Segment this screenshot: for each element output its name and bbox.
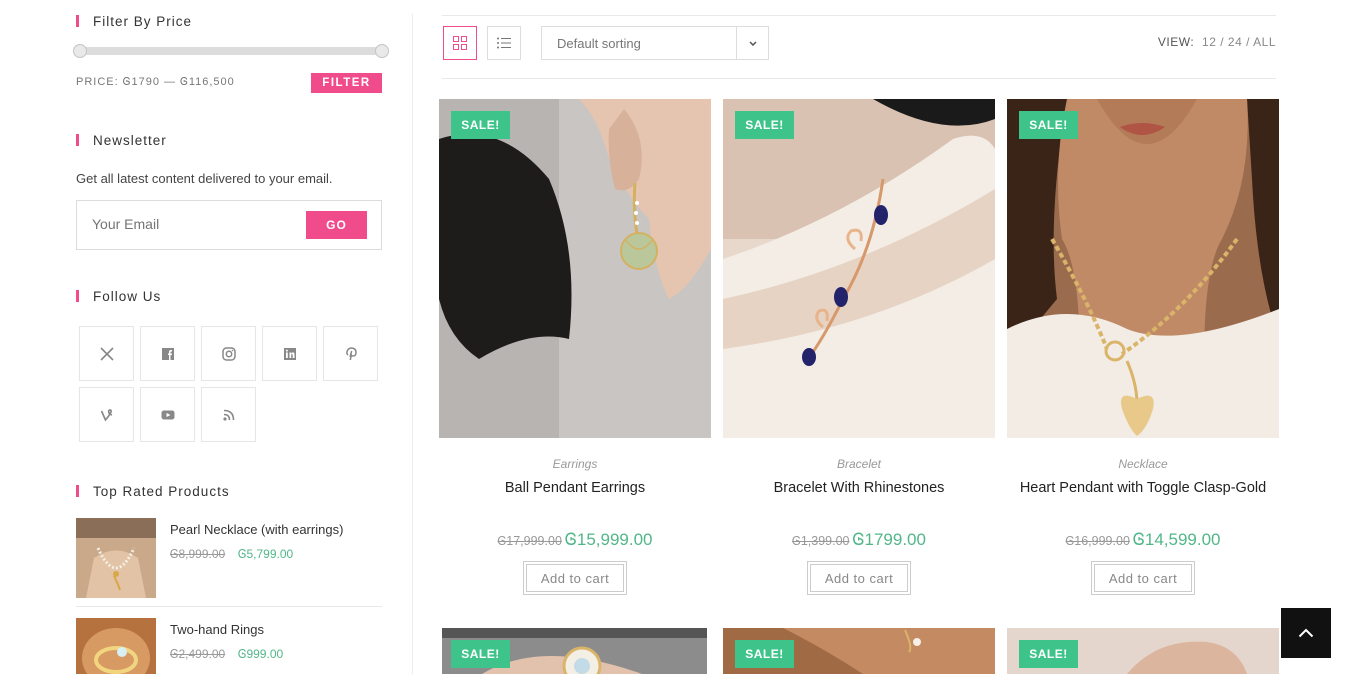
list-icon [497, 37, 511, 49]
newsletter-title: Newsletter [76, 133, 167, 148]
top-rated-new-price: Ꮆ999.00 [238, 647, 284, 661]
product-card[interactable]: SALE! [1007, 628, 1279, 674]
product-name[interactable]: Heart Pendant with Toggle Clasp-Gold [1007, 480, 1279, 496]
pearl-necklace-thumbnail[interactable] [76, 518, 156, 598]
old-price: Ꮆ16,999.00 [1065, 534, 1130, 548]
sale-badge: SALE! [1019, 640, 1078, 668]
product-price: Ꮆ16,999.00 Ꮆ14,599.00 [1007, 530, 1279, 550]
sort-label: Default sorting [557, 36, 641, 51]
view-12-link[interactable]: 12 [1202, 35, 1216, 49]
old-price: Ꮆ1,399.00 [792, 534, 850, 548]
grid-view-button[interactable] [443, 26, 477, 60]
sale-badge: SALE! [1019, 111, 1078, 139]
separator: / [1246, 35, 1250, 49]
product-card[interactable]: SALE! [442, 628, 707, 674]
follow-us-title: Follow Us [76, 289, 161, 304]
add-to-cart-button[interactable]: Add to cart [807, 561, 911, 595]
price-slider-min-handle[interactable] [73, 44, 87, 58]
product-price: Ꮆ17,999.00 Ꮆ15,999.00 [439, 530, 711, 550]
view-all-link[interactable]: ALL [1253, 35, 1276, 49]
sale-badge: SALE! [451, 640, 510, 668]
new-price: Ꮆ1799.00 [852, 530, 926, 549]
rss-icon[interactable] [201, 387, 256, 442]
top-rated-name[interactable]: Two-hand Rings [170, 622, 264, 637]
product-name[interactable]: Bracelet With Rhinestones [723, 480, 995, 496]
view-label: VIEW: [1157, 35, 1195, 49]
new-price: Ꮆ15,999.00 [564, 530, 653, 549]
separator: / [1220, 35, 1225, 49]
add-to-cart-button[interactable]: Add to cart [523, 561, 627, 595]
product-card[interactable]: SALE! [723, 628, 995, 674]
product-image[interactable] [723, 99, 995, 438]
view-24-link[interactable]: 24 [1228, 35, 1242, 49]
vine-icon[interactable] [79, 387, 134, 442]
linkedin-icon[interactable] [262, 326, 317, 381]
x-icon[interactable] [79, 326, 134, 381]
chevron-down-icon [736, 27, 768, 59]
top-rated-old-price: Ꮆ8,999.00 [170, 547, 226, 561]
new-price: Ꮆ14,599.00 [1132, 530, 1221, 549]
chevron-up-icon [1298, 628, 1314, 638]
top-rated-name[interactable]: Pearl Necklace (with earrings) [170, 522, 343, 537]
go-button[interactable]: GO [306, 211, 367, 239]
product-price: Ꮆ1,399.00 Ꮆ1799.00 [723, 530, 995, 550]
product-name[interactable]: Ball Pendant Earrings [439, 480, 711, 496]
price-range-label: PRICE: Ꮆ1790 — Ꮆ116,500 [76, 76, 235, 88]
sort-dropdown[interactable]: Default sorting [541, 26, 769, 60]
old-price: Ꮆ17,999.00 [497, 534, 562, 548]
product-category[interactable]: Earrings [439, 457, 711, 471]
sale-badge: SALE! [735, 640, 794, 668]
facebook-icon[interactable] [140, 326, 195, 381]
back-to-top-button[interactable] [1281, 608, 1331, 658]
add-to-cart-button[interactable]: Add to cart [1091, 561, 1195, 595]
top-rated-old-price: Ꮆ2,499.00 [170, 647, 226, 661]
newsletter-form: GO [76, 200, 382, 250]
sale-badge: SALE! [451, 111, 510, 139]
list-view-button[interactable] [487, 26, 521, 60]
price-slider-max-handle[interactable] [375, 44, 389, 58]
product-image[interactable] [439, 99, 711, 438]
top-rated-new-price: Ꮆ5,799.00 [238, 547, 294, 561]
newsletter-text: Get all latest content delivered to your… [76, 171, 333, 186]
product-image[interactable] [1007, 99, 1279, 438]
two-hand-rings-thumbnail[interactable] [76, 618, 156, 674]
grid-icon [453, 36, 467, 50]
toolbar-top-border [442, 15, 1276, 16]
email-input[interactable] [92, 216, 292, 232]
product-category[interactable]: Bracelet [723, 457, 995, 471]
youtube-icon[interactable] [140, 387, 195, 442]
top-rated-title: Top Rated Products [76, 484, 230, 499]
instagram-icon[interactable] [201, 326, 256, 381]
sidebar-divider [412, 14, 413, 674]
filter-by-price-title: Filter By Price [76, 14, 192, 29]
sale-badge: SALE! [735, 111, 794, 139]
price-slider-track[interactable] [78, 47, 383, 55]
pinterest-icon[interactable] [323, 326, 378, 381]
filter-button[interactable]: FILTER [311, 73, 382, 93]
view-count: VIEW: 12 / 24 / ALL [1158, 35, 1276, 49]
product-category[interactable]: Necklace [1007, 457, 1279, 471]
divider [76, 606, 382, 607]
toolbar-bottom-border [442, 78, 1276, 79]
